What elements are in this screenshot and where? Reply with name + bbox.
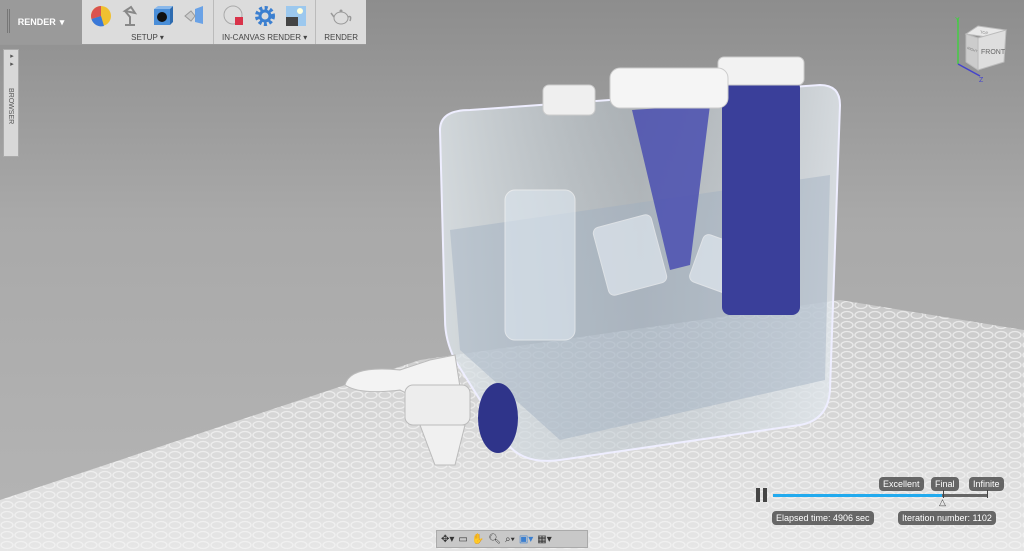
infinite-marker — [987, 490, 988, 498]
water-dispenser — [344, 56, 842, 466]
quality-excellent[interactable]: Excellent — [879, 477, 924, 491]
elapsed-time: Elapsed time: 4906 sec — [772, 511, 874, 525]
viewcube-front-label: FRONT — [981, 49, 1006, 56]
look-at-icon[interactable]: ▭ — [458, 534, 467, 545]
render-progress-fill — [773, 494, 943, 497]
visual-style-icon[interactable]: ▦▾ — [537, 534, 551, 545]
browser-panel-toggle[interactable]: ▸▸ BROWSER — [3, 49, 19, 157]
decal-icon[interactable] — [183, 5, 205, 27]
lamp-icon[interactable] — [121, 5, 143, 27]
toolbar: RENDER ▾ SETUP ▾ IN-CANVAS RENDER ▾ RENDE… — [0, 0, 367, 45]
setup-group: SETUP ▾ — [82, 0, 214, 44]
quality-slider-handle[interactable]: △ — [939, 497, 946, 508]
workspace-label: RENDER — [17, 17, 56, 27]
expand-icon: ▸▸ — [8, 52, 15, 68]
chevron-down-icon: ▾ — [59, 16, 65, 27]
in-canvas-render-group: IN-CANVAS RENDER ▾ — [214, 0, 317, 44]
pause-button[interactable] — [756, 488, 768, 502]
render-canvas[interactable] — [0, 0, 1024, 551]
quality-infinite[interactable]: Infinite — [969, 477, 1004, 491]
display-settings-icon[interactable]: ▣▾ — [519, 534, 533, 545]
pan-icon[interactable]: ✋ — [472, 534, 484, 545]
render-group: RENDER — [316, 0, 366, 44]
scene-settings-icon[interactable] — [90, 5, 112, 27]
capture-image-icon[interactable] — [285, 5, 307, 27]
toolbar-grip[interactable] — [7, 9, 10, 33]
in-canvas-render-icon[interactable] — [223, 5, 245, 27]
fit-icon[interactable]: ⌕▾ — [505, 534, 515, 545]
y-axis-label: Y — [955, 17, 960, 24]
setup-label[interactable]: SETUP ▾ — [131, 33, 164, 42]
quality-final[interactable]: Final — [931, 477, 959, 491]
viewcube[interactable]: Y Z FRONT TOP RIGHT — [948, 14, 1008, 84]
zoom-icon[interactable]: 🔍︎ — [488, 534, 501, 545]
render-label[interactable]: RENDER — [324, 33, 358, 42]
iteration-number: Iteration number: 1102 — [898, 511, 996, 525]
workspace-switcher[interactable]: RENDER ▾ — [0, 0, 82, 44]
browser-label: BROWSER — [7, 88, 14, 125]
render-progress-bar — [773, 494, 987, 497]
z-axis-label: Z — [979, 77, 984, 84]
in-canvas-render-label[interactable]: IN-CANVAS RENDER ▾ — [222, 33, 307, 42]
teapot-render-icon[interactable] — [330, 5, 352, 27]
navigation-bar: ✥▾ ▭ ✋ 🔍︎ ⌕▾ ▣▾ ▦▾ — [436, 530, 588, 548]
render-settings-icon[interactable] — [254, 5, 276, 27]
orbit-icon[interactable]: ✥▾ — [441, 534, 454, 545]
appearance-icon[interactable] — [152, 5, 174, 27]
